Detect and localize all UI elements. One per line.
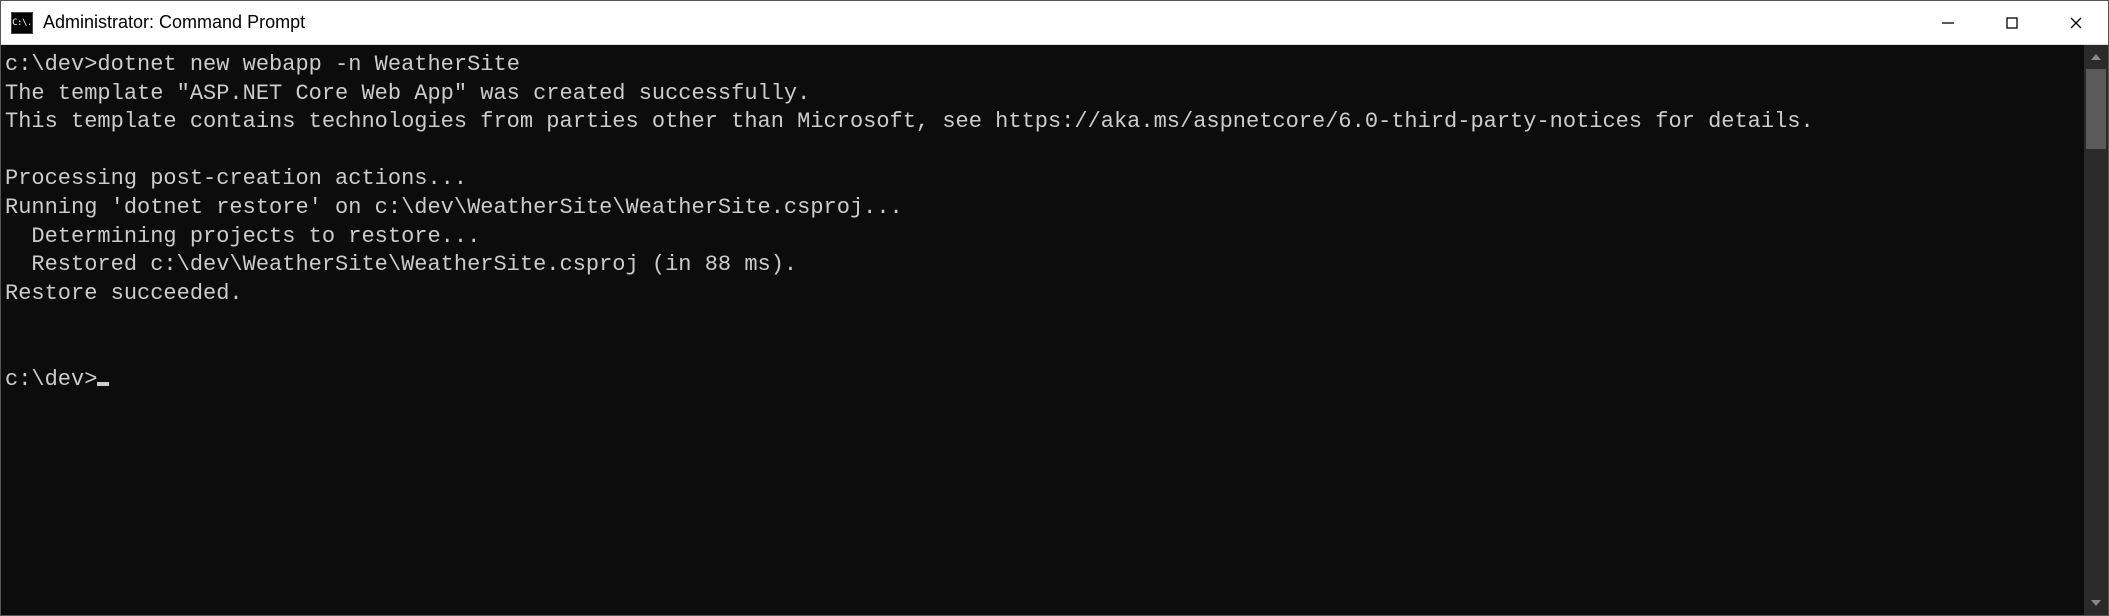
close-button[interactable] [2044,1,2108,44]
window-title: Administrator: Command Prompt [43,12,305,33]
scroll-track[interactable] [2084,69,2108,591]
close-icon [2069,16,2083,30]
console-area: c:\dev>dotnet new webapp -n WeatherSite … [1,45,2108,615]
minimize-button[interactable] [1916,1,1980,44]
output-line: The template "ASP.NET Core Web App" was … [5,81,810,106]
text-cursor [97,382,109,386]
output-line: Running 'dotnet restore' on c:\dev\Weath… [5,195,903,220]
scroll-down-arrow-icon[interactable] [2084,591,2108,615]
typed-command: dotnet new webapp -n WeatherSite [97,52,519,77]
output-line: Processing post-creation actions... [5,166,467,191]
scroll-up-arrow-icon[interactable] [2084,45,2108,69]
output-line: This template contains technologies from… [5,109,1814,134]
cmd-icon: C:\. [11,12,33,34]
titlebar[interactable]: C:\. Administrator: Command Prompt [1,1,2108,45]
prompt: c:\dev> [5,367,97,392]
prompt: c:\dev> [5,52,97,77]
output-line: Restored c:\dev\WeatherSite\WeatherSite.… [5,252,797,277]
console-output[interactable]: c:\dev>dotnet new webapp -n WeatherSite … [1,45,2084,615]
command-prompt-window: C:\. Administrator: Command Prompt [0,0,2109,616]
vertical-scrollbar[interactable] [2084,45,2108,615]
scroll-thumb[interactable] [2086,69,2106,149]
window-controls [1916,1,2108,44]
maximize-button[interactable] [1980,1,2044,44]
maximize-icon [2005,16,2019,30]
minimize-icon [1941,16,1955,30]
output-line: Restore succeeded. [5,281,243,306]
output-line: Determining projects to restore... [5,224,480,249]
